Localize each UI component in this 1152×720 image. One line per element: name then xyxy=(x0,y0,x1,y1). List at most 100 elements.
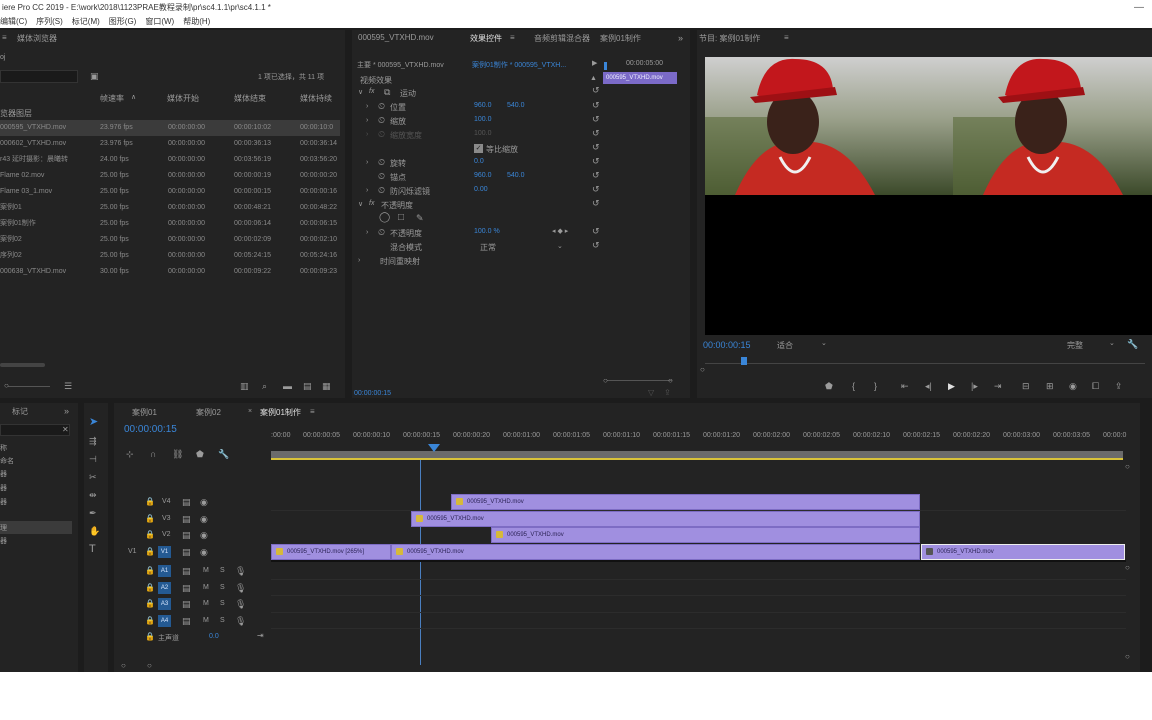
quality-select[interactable]: 完整 xyxy=(1067,340,1083,351)
effect-timecode[interactable]: 00:00:00:15 xyxy=(354,390,391,397)
vertical-zoom-handle-icon[interactable]: ○ xyxy=(1125,652,1130,662)
wrench-icon[interactable]: 🔧 xyxy=(218,449,229,459)
rotation-value[interactable]: 0.0 xyxy=(474,158,484,165)
selected-list-item[interactable]: 理 xyxy=(0,521,72,534)
expand-icon[interactable]: › xyxy=(366,228,368,238)
blend-mode-select[interactable]: 正常 xyxy=(480,242,496,253)
magnet-icon[interactable]: ∩ xyxy=(150,449,156,459)
sync-lock-icon[interactable]: ▤ xyxy=(182,514,191,524)
lock-icon[interactable]: 🔒 xyxy=(145,547,155,557)
panel-overflow-icon[interactable]: » xyxy=(64,406,69,416)
menu-sequence[interactable]: 序列(S) xyxy=(36,15,63,28)
list-item[interactable]: Flame 02.mov 25.00 fps 00:00:00:00 00:00:00… xyxy=(0,168,340,184)
zoom-handle-icon[interactable]: ○ xyxy=(147,661,152,671)
solo-button[interactable]: S xyxy=(220,617,225,624)
master-volume-value[interactable]: 0.0 xyxy=(209,633,219,640)
markers-search-input[interactable] xyxy=(0,424,70,436)
selection-tool-icon[interactable]: ➤ xyxy=(89,417,98,428)
close-icon[interactable]: ✕ xyxy=(62,425,69,435)
horizontal-scrollbar[interactable] xyxy=(0,363,45,367)
vertical-zoom-handle-icon[interactable]: ○ xyxy=(1125,462,1130,472)
reset-icon[interactable]: ↺ xyxy=(592,198,600,208)
linked-selection-icon[interactable]: ⛓ xyxy=(172,449,183,459)
folder-icon[interactable]: ▣ xyxy=(90,71,99,81)
mini-zoom-bar[interactable] xyxy=(607,380,672,381)
reset-icon[interactable]: ↺ xyxy=(592,100,600,110)
list-item[interactable]: 000595_VTXHD.mov 23.976 fps 00:00:00:00 00:… xyxy=(0,120,340,136)
timeline-timecode[interactable]: 00:00:00:15 xyxy=(124,424,177,435)
list-item[interactable]: 命名 xyxy=(0,456,14,466)
reset-icon[interactable]: ↺ xyxy=(592,184,600,194)
sequence-clip-label[interactable]: 案例01制作 * 000595_VTXH... xyxy=(472,60,566,70)
microphone-icon[interactable]: 🎙 xyxy=(235,599,246,609)
new-item-icon[interactable]: ▤ xyxy=(303,381,312,391)
clip-v1-a[interactable]: 000595_VTXHD.mov [265%] xyxy=(271,544,391,560)
opacity-value[interactable]: 100.0 % xyxy=(474,228,500,235)
expand-icon[interactable]: › xyxy=(366,130,368,140)
tab-audio-mixer[interactable]: 音频剪辑混合器 xyxy=(534,33,590,44)
tab-sequence-active[interactable]: 案例01制作 xyxy=(260,407,301,418)
lock-icon[interactable]: 🔒 xyxy=(145,632,155,642)
track-target-a1[interactable]: A1 xyxy=(158,565,171,577)
lock-icon[interactable]: 🔒 xyxy=(145,583,155,593)
snap-icon[interactable]: ⊹ xyxy=(126,449,134,459)
list-item[interactable]: 案例01制作 25.00 fps 00:00:00:00 00:00:06:14 00:… xyxy=(0,216,340,232)
lock-icon[interactable]: 🔒 xyxy=(145,530,155,540)
anchor-x-value[interactable]: 960.0 xyxy=(474,172,492,179)
mute-button[interactable]: M xyxy=(203,584,209,591)
type-tool-icon[interactable]: T xyxy=(89,544,96,555)
program-timecode[interactable]: 00:00:00:15 xyxy=(703,340,751,350)
go-to-in-icon[interactable]: ⇤ xyxy=(901,381,909,391)
fit-select[interactable]: 适合 xyxy=(777,340,793,351)
eye-icon[interactable]: ◉ xyxy=(200,497,208,507)
program-video-frame[interactable] xyxy=(705,57,1152,335)
work-area-bar[interactable] xyxy=(271,451,1123,460)
clip-v3[interactable]: 000595_VTXHD.mov xyxy=(411,511,920,527)
automate-icon[interactable]: ▥ xyxy=(240,381,249,391)
track-target-v1[interactable]: V1 xyxy=(158,546,171,558)
program-time-ruler[interactable] xyxy=(705,363,1145,364)
program-playhead[interactable] xyxy=(741,357,747,365)
list-item[interactable]: 称 xyxy=(0,443,7,453)
solo-button[interactable]: S xyxy=(220,584,225,591)
project-search-input[interactable] xyxy=(0,70,78,83)
reset-icon[interactable]: ↺ xyxy=(592,85,600,95)
tab-sequence-02[interactable]: 案例02 xyxy=(196,407,221,418)
tab-sequence-name[interactable]: 案例01制作 xyxy=(600,33,641,44)
zoom-handle-icon[interactable]: ○ xyxy=(4,381,9,391)
sync-lock-icon[interactable]: ▤ xyxy=(182,616,191,626)
sync-lock-icon[interactable]: ▤ xyxy=(182,566,191,576)
find-icon[interactable]: ⌕ xyxy=(262,381,267,391)
solo-button[interactable]: S xyxy=(220,600,225,607)
col-media-start[interactable]: 媒体开始 xyxy=(167,93,199,104)
tab-sequence-01[interactable]: 案例01 xyxy=(132,407,157,418)
pen-tool-icon[interactable]: ✒ xyxy=(89,508,97,518)
keyframe-nav-icon[interactable]: ◂ ◆ ▸ xyxy=(552,227,568,237)
program-monitor-title[interactable]: 节目: 案例01制作 xyxy=(699,33,760,44)
lock-icon[interactable]: 🔒 xyxy=(145,616,155,626)
zoom-handle-icon[interactable]: ○ xyxy=(603,376,608,386)
reset-icon[interactable]: ↺ xyxy=(592,128,600,138)
source-patch-label[interactable]: V1 xyxy=(128,548,137,555)
stopwatch-active-icon[interactable]: ⏲ xyxy=(378,227,385,237)
list-item[interactable]: 000602_VTXHD.mov 23.976 fps 00:00:00:00 00:… xyxy=(0,136,340,152)
mute-button[interactable]: M xyxy=(203,567,209,574)
mute-button[interactable]: M xyxy=(203,617,209,624)
fx-badge-icon[interactable]: fx xyxy=(369,88,374,95)
reset-icon[interactable]: ↺ xyxy=(592,226,600,236)
list-item[interactable]: 案例01 25.00 fps 00:00:00:00 00:00:48:21 00:00… xyxy=(0,200,340,216)
go-to-end-icon[interactable]: ⇥ xyxy=(257,631,264,641)
anchor-y-value[interactable]: 540.0 xyxy=(507,172,525,179)
clip-v1-c[interactable]: 000595_VTXHD.mov xyxy=(921,544,1125,560)
anti-flicker-value[interactable]: 0.00 xyxy=(474,186,488,193)
ellipse-mask-icon[interactable]: ◯ xyxy=(379,213,390,223)
stopwatch-icon[interactable]: ⏲ xyxy=(378,115,385,125)
chevron-down-icon[interactable]: ⌄ xyxy=(821,339,827,349)
expand-icon[interactable]: › xyxy=(366,102,368,112)
microphone-icon[interactable]: 🎙 xyxy=(235,583,246,593)
stopwatch-icon[interactable]: ⏲ xyxy=(378,171,385,181)
panel-menu-icon[interactable]: ≡ xyxy=(310,407,315,417)
zoom-handle-icon[interactable]: ○ xyxy=(121,661,126,671)
trash-icon[interactable]: ▦ xyxy=(322,381,331,391)
zoom-slider[interactable] xyxy=(8,386,50,387)
